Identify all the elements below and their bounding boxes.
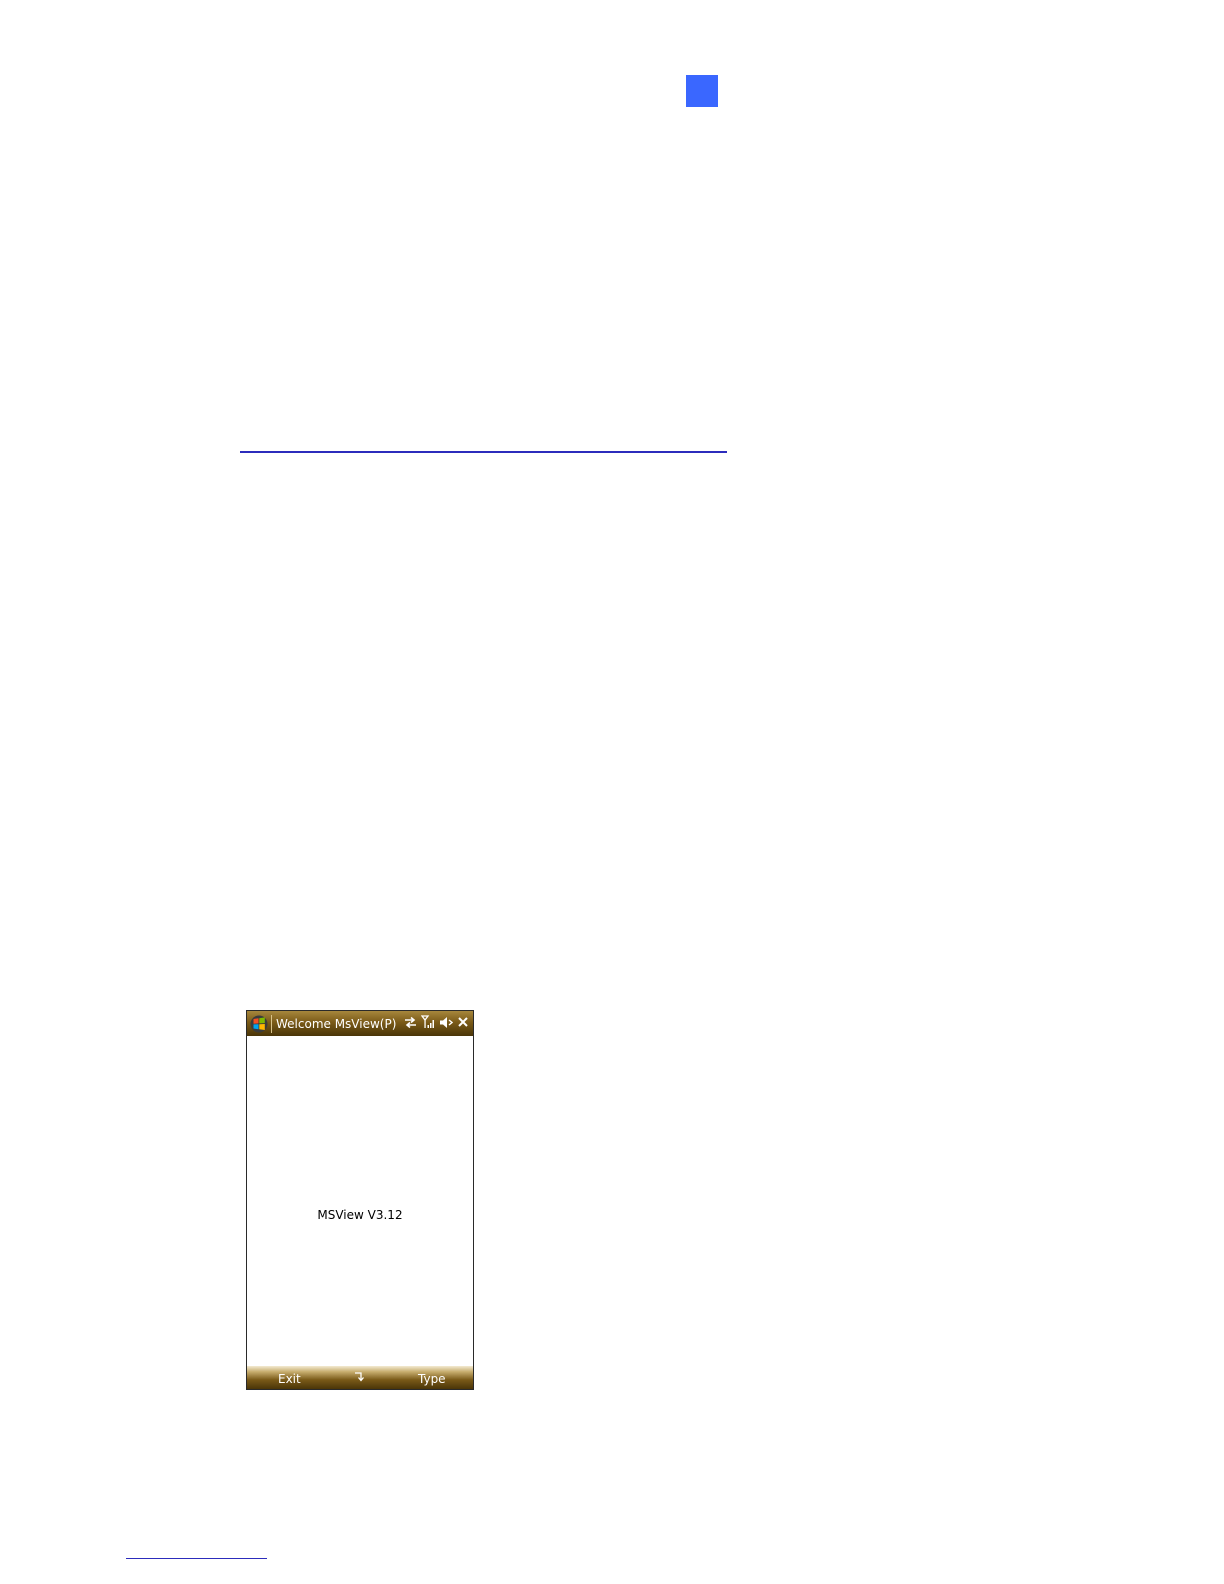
softkey-bar: Exit Type: [247, 1366, 473, 1389]
app-content: MSView V3.12: [247, 1036, 473, 1366]
signal-strength-icon[interactable]: [421, 1015, 435, 1029]
phone-screenshot: Welcome MsView(P) MSView V3.12 Exit Type: [246, 1010, 474, 1390]
status-icons: [404, 1015, 469, 1029]
volume-muted-icon[interactable]: [439, 1016, 453, 1029]
title-bar: Welcome MsView(P): [247, 1011, 473, 1036]
windows-start-icon[interactable]: [250, 1015, 268, 1033]
close-icon[interactable]: [457, 1016, 469, 1028]
window-title: Welcome MsView(P): [276, 1016, 397, 1031]
back-arrow-icon[interactable]: [353, 1370, 365, 1382]
data-connection-icon[interactable]: [404, 1016, 417, 1029]
type-softkey[interactable]: Type: [418, 1372, 446, 1386]
page-marker: [686, 75, 718, 107]
footer-rule: [126, 1558, 267, 1559]
exit-softkey[interactable]: Exit: [278, 1372, 301, 1386]
title-separator: [271, 1014, 272, 1033]
section-rule: [240, 451, 727, 453]
version-label: MSView V3.12: [317, 1208, 403, 1222]
